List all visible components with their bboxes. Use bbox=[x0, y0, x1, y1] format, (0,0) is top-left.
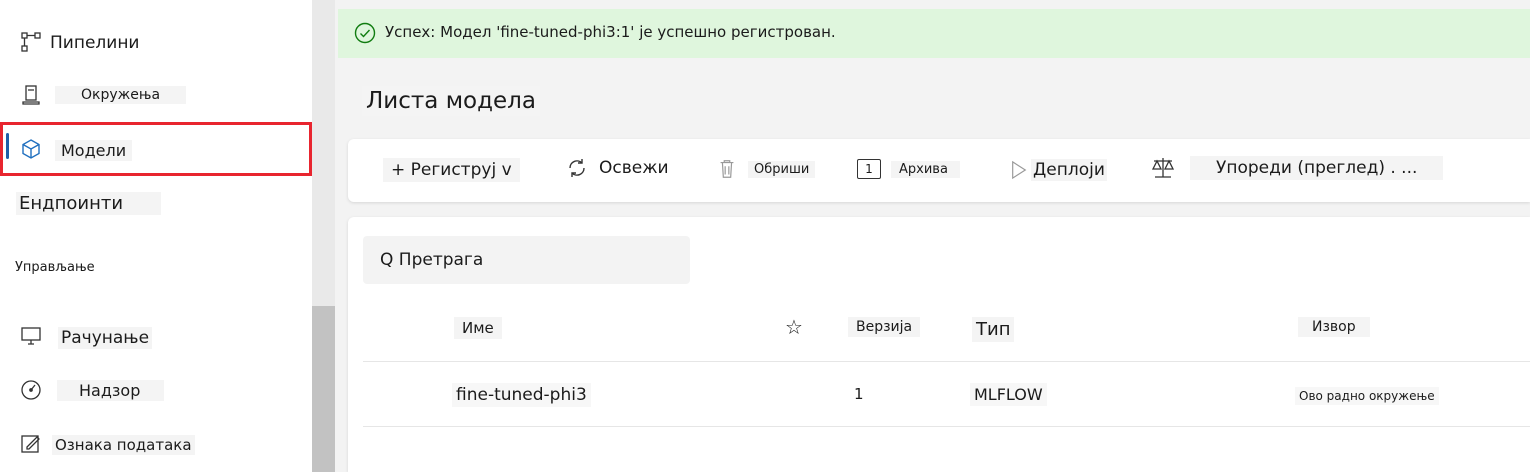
deploy-label: Деплоји bbox=[1031, 159, 1107, 181]
archive-label: Архива bbox=[891, 160, 960, 178]
scrollbar-thumb[interactable] bbox=[312, 306, 335, 472]
sidebar-item-label: Модели bbox=[55, 140, 133, 161]
register-button[interactable]: + Региструј v bbox=[383, 158, 520, 182]
play-icon bbox=[1010, 158, 1028, 182]
header-divider bbox=[363, 361, 1530, 362]
refresh-label: Освежи bbox=[599, 158, 669, 178]
archive-button[interactable]: 1 Архива bbox=[857, 159, 960, 179]
sidebar-item-label: Ендпоинти bbox=[16, 192, 162, 215]
sidebar-item-data-labeling[interactable]: Ознака података bbox=[0, 424, 312, 464]
column-header-type[interactable]: Тип bbox=[972, 317, 1015, 342]
monitor-gauge-icon bbox=[20, 379, 42, 401]
sidebar-item-monitoring[interactable]: Надзор bbox=[0, 370, 312, 410]
success-banner: Успех: Модел 'fine-tuned-phi3:1' је успе… bbox=[338, 9, 1530, 58]
search-input[interactable]: Q Претрага bbox=[363, 236, 690, 284]
deploy-button[interactable]: Деплоји bbox=[1010, 158, 1107, 182]
sidebar-item-label: Ознака података bbox=[52, 435, 195, 455]
sidebar-item-label: Пипелини bbox=[50, 33, 140, 53]
trash-icon bbox=[716, 157, 738, 181]
sidebar-item-compute[interactable]: Рачунање bbox=[0, 318, 312, 358]
compare-button[interactable]: Упореди (преглед) . ... bbox=[1150, 156, 1444, 180]
archive-icon: 1 bbox=[857, 159, 881, 179]
star-icon[interactable]: ☆ bbox=[785, 315, 803, 339]
sidebar-item-label: Окружења bbox=[55, 86, 187, 104]
model-source: Ово радно окружење bbox=[1295, 387, 1439, 405]
delete-button[interactable]: Обриши bbox=[716, 157, 816, 181]
models-list-card: Q Претрага Име ☆ Верзија Тип Извор fine-… bbox=[348, 217, 1530, 472]
column-header-source[interactable]: Извор bbox=[1298, 317, 1370, 337]
pipeline-icon bbox=[20, 31, 42, 53]
column-header-version[interactable]: Верзија bbox=[848, 317, 921, 337]
check-circle-icon bbox=[354, 22, 376, 44]
banner-message: Успех: Модел 'fine-tuned-phi3:1' је успе… bbox=[385, 23, 836, 41]
sidebar-item-endpoints[interactable]: Ендпоинти bbox=[0, 186, 312, 226]
environment-icon bbox=[20, 84, 42, 106]
compare-label: Упореди (преглед) . ... bbox=[1190, 156, 1444, 180]
delete-label: Обриши bbox=[748, 160, 816, 178]
model-name-link[interactable]: fine-tuned-phi3 bbox=[452, 383, 591, 407]
cube-icon bbox=[20, 138, 42, 160]
data-label-icon bbox=[20, 432, 42, 454]
model-version: 1 bbox=[854, 385, 864, 403]
compute-icon bbox=[20, 325, 42, 347]
selection-indicator bbox=[6, 133, 9, 159]
row-divider bbox=[363, 426, 1530, 427]
refresh-icon bbox=[565, 156, 589, 180]
sidebar: Пипелини Окружења Модели Ендпоинти Управ… bbox=[0, 0, 312, 472]
scale-icon bbox=[1150, 156, 1176, 180]
model-type: MLFLOW bbox=[970, 383, 1047, 406]
sidebar-item-models[interactable]: Модели bbox=[0, 122, 312, 176]
register-label: + Региструј v bbox=[383, 158, 520, 182]
section-header-manage: Управљање bbox=[15, 260, 95, 275]
sidebar-item-label: Рачунање bbox=[58, 327, 153, 349]
sidebar-item-label: Надзор bbox=[57, 380, 165, 401]
toolbar: + Региструј v Освежи Обриши 1 Архива Деп… bbox=[348, 139, 1530, 202]
column-header-name[interactable]: Име bbox=[454, 317, 502, 339]
page-title: Листа модела bbox=[362, 86, 540, 116]
refresh-button[interactable]: Освежи bbox=[565, 156, 675, 180]
sidebar-item-pipelines[interactable]: Пипелини bbox=[0, 24, 312, 64]
sidebar-scrollbar[interactable] bbox=[312, 0, 335, 472]
sidebar-item-environments[interactable]: Окружења bbox=[0, 76, 312, 116]
search-text: Q Претрага bbox=[380, 250, 484, 270]
